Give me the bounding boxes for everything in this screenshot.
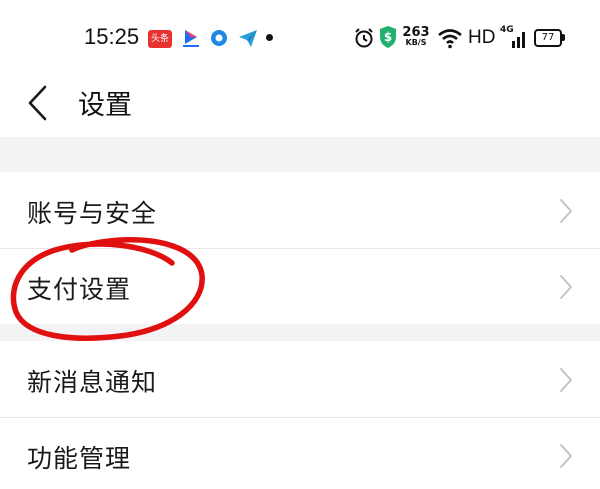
settings-item-notifications[interactable]: 新消息通知 [0, 341, 600, 417]
settings-group-1: 账号与安全 支付设置 [0, 172, 600, 324]
chevron-left-icon[interactable] [25, 83, 51, 123]
wifi-icon [438, 29, 462, 49]
settings-item-account-security[interactable]: 账号与安全 [0, 172, 600, 248]
chevron-right-icon [560, 275, 572, 299]
settings-item-label: 功能管理 [27, 444, 132, 473]
settings-item-label: 账号与安全 [27, 199, 158, 228]
toutiao-icon: 头条 [148, 30, 172, 48]
battery-icon: 77 [534, 29, 562, 47]
chevron-right-icon [560, 444, 572, 468]
page-title: 设置 [78, 90, 132, 121]
settings-item-label: 新消息通知 [27, 368, 158, 397]
telegram-icon [239, 30, 257, 47]
status-time: 15:25 [84, 24, 140, 49]
screen: 15:25 头条 $ 263 KB/S HD 4G 77 设置 账号与安全 支付… [0, 0, 600, 489]
network-speed-unit: KB/S [405, 38, 427, 47]
more-dot-icon [266, 34, 273, 41]
network-speed: 263 KB/S [402, 26, 430, 47]
circle-app-icon [211, 30, 227, 46]
chevron-right-icon [560, 368, 572, 392]
settings-group-2: 新消息通知 功能管理 [0, 341, 600, 489]
nav-bar: 设置 [0, 75, 600, 137]
shield-dollar-icon: $ [380, 26, 396, 48]
settings-item-payment[interactable]: 支付设置 [0, 248, 600, 324]
signal-icon [512, 32, 525, 48]
status-bar: 15:25 头条 $ 263 KB/S HD 4G 77 [0, 0, 600, 75]
alarm-clock-icon [355, 28, 373, 48]
youku-icon [183, 30, 199, 47]
svg-text:$: $ [384, 30, 392, 44]
chevron-right-icon [560, 199, 572, 223]
battery-tip [562, 34, 565, 41]
settings-item-label: 支付设置 [27, 275, 132, 304]
hd-label: HD [468, 27, 496, 48]
settings-item-features[interactable]: 功能管理 [0, 417, 600, 489]
